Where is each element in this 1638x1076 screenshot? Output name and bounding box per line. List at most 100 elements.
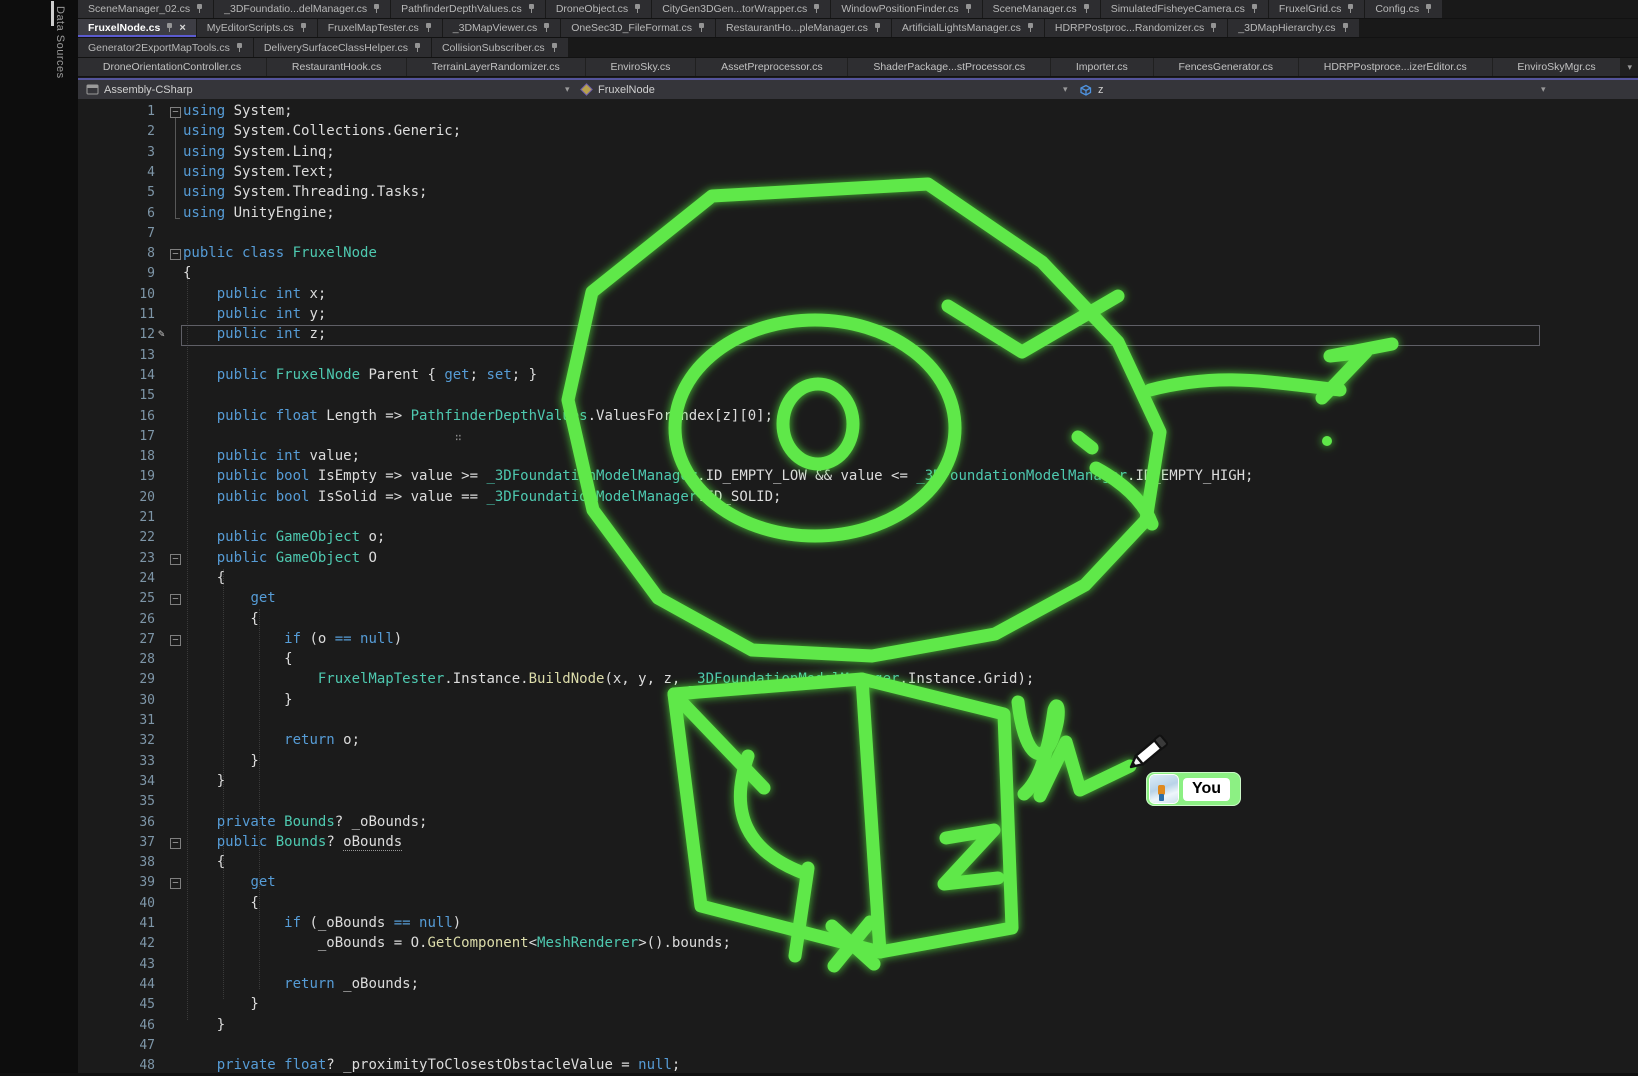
code-line[interactable]: 48 private float? _proximityToClosestObs… — [78, 1056, 1638, 1076]
code-line[interactable]: 27– if (o == null) — [78, 630, 1638, 650]
document-tab[interactable]: AssetPreprocessor.cs — [696, 58, 847, 76]
code-line[interactable]: 25– get — [78, 589, 1638, 609]
code-line[interactable]: 41 if (_oBounds == null) — [78, 914, 1638, 934]
document-tab[interactable]: Generator2ExportMapTools.cs — [78, 38, 253, 57]
document-tab[interactable]: OneSec3D_FileFormat.cs — [561, 19, 715, 37]
code-line[interactable]: 20 public bool IsSolid => value == _3DFo… — [78, 488, 1638, 508]
document-tab[interactable]: _3DFoundatio...delManager.cs — [214, 0, 390, 18]
code-line[interactable]: 38 { — [78, 853, 1638, 873]
fold-collapse-icon[interactable]: – — [170, 594, 181, 605]
pin-icon[interactable] — [528, 4, 535, 14]
code-line[interactable]: 1–using System; — [78, 102, 1638, 122]
code-line[interactable]: 7 — [78, 224, 1638, 244]
document-tab[interactable]: CityGen3DGen...torWrapper.cs — [652, 0, 830, 18]
document-tab[interactable]: MyEditorScripts.cs — [197, 19, 317, 37]
breadcrumb-class[interactable]: FruxelNode — [598, 84, 655, 96]
pin-icon[interactable] — [698, 23, 705, 33]
code-line[interactable]: 19 public bool IsEmpty => value >= _3DFo… — [78, 467, 1638, 487]
pin-icon[interactable] — [373, 4, 380, 14]
code-line[interactable]: 37– public Bounds? oBounds — [78, 833, 1638, 853]
code-line[interactable]: 9{ — [78, 264, 1638, 284]
document-tab[interactable]: PathfinderDepthValues.cs — [391, 0, 545, 18]
code-line[interactable]: 6using UnityEngine; — [78, 204, 1638, 224]
pin-icon[interactable] — [1083, 4, 1090, 14]
code-line[interactable]: 22 public GameObject o; — [78, 528, 1638, 548]
fold-collapse-icon[interactable]: – — [170, 554, 181, 565]
document-tab[interactable]: HDRPPostproce...izerEditor.cs — [1299, 58, 1492, 76]
code-line[interactable]: 24 { — [78, 569, 1638, 589]
code-line[interactable]: 16 public float Length => PathfinderDept… — [78, 407, 1638, 427]
pin-icon[interactable] — [874, 23, 881, 33]
code-line[interactable]: 3using System.Linq; — [78, 143, 1638, 163]
pin-icon[interactable] — [1251, 4, 1258, 14]
document-tab[interactable]: SimulatedFisheyeCamera.cs — [1101, 0, 1268, 18]
chevron-down-icon[interactable]: ▾ — [1541, 80, 1546, 99]
pin-icon[interactable] — [236, 43, 243, 53]
code-line[interactable]: 29 FruxelMapTester.Instance.BuildNode(x,… — [78, 670, 1638, 690]
document-tab[interactable]: Importer.cs — [1051, 58, 1153, 76]
document-tab[interactable]: DroneObject.cs — [546, 0, 651, 18]
document-tab[interactable]: RestaurantHook.cs — [267, 58, 406, 76]
chevron-down-icon[interactable]: ▾ — [1063, 80, 1068, 99]
code-line[interactable]: 35 — [78, 792, 1638, 812]
document-tab[interactable]: SceneManager.cs — [983, 0, 1100, 18]
code-line[interactable]: 2using System.Collections.Generic; — [78, 122, 1638, 142]
pin-icon[interactable] — [965, 4, 972, 14]
code-line[interactable]: 42 _oBounds = O.GetComponent<MeshRendere… — [78, 934, 1638, 954]
fold-collapse-icon[interactable]: – — [170, 838, 181, 849]
breadcrumb-project[interactable]: Assembly-CSharp — [104, 84, 193, 96]
pin-icon[interactable] — [543, 23, 550, 33]
fold-collapse-icon[interactable]: – — [170, 635, 181, 646]
pin-icon[interactable] — [1347, 4, 1354, 14]
document-tab[interactable]: DroneOrientationController.cs — [78, 58, 266, 76]
pin-icon[interactable] — [551, 43, 558, 53]
document-tab[interactable]: _3DMapHierarchy.cs — [1228, 19, 1358, 37]
code-line[interactable]: 36 private Bounds? _oBounds; — [78, 813, 1638, 833]
code-line[interactable]: 28 { — [78, 650, 1638, 670]
document-tab[interactable]: ShaderPackage...stProcessor.cs — [848, 58, 1049, 76]
document-tab[interactable]: RestaurantHo...pleManager.cs — [716, 19, 891, 37]
document-tab[interactable]: WindowPositionFinder.cs — [831, 0, 981, 18]
document-tab[interactable]: EnviroSkyMgr.cs — [1493, 58, 1621, 76]
document-tab[interactable]: FruxelNode.cs× — [78, 19, 196, 37]
code-line[interactable]: 47 — [78, 1036, 1638, 1056]
pin-icon[interactable] — [300, 23, 307, 33]
pin-icon[interactable] — [634, 4, 641, 14]
tab-overflow-icon[interactable]: ▾ — [1621, 58, 1638, 76]
pin-icon[interactable] — [1342, 23, 1349, 33]
code-line[interactable]: 10 public int x; — [78, 285, 1638, 305]
code-line[interactable]: 15 — [78, 386, 1638, 406]
code-line[interactable]: 17∷ — [78, 427, 1638, 447]
pin-icon[interactable] — [1210, 23, 1217, 33]
code-line[interactable]: 32 return o; — [78, 731, 1638, 751]
breadcrumb-member[interactable]: z — [1098, 84, 1104, 96]
fold-collapse-icon[interactable]: – — [170, 878, 181, 889]
document-tab[interactable]: SceneManager_02.cs — [78, 0, 213, 18]
code-line[interactable]: 14 public FruxelNode Parent { get; set; … — [78, 366, 1638, 386]
code-line[interactable]: 46 } — [78, 1016, 1638, 1036]
document-tab[interactable]: ArtificialLightsManager.cs — [892, 19, 1044, 37]
code-line[interactable]: 40 { — [78, 894, 1638, 914]
code-line[interactable]: 18 public int value; — [78, 447, 1638, 467]
document-tab[interactable]: _3DMapViewer.cs — [443, 19, 560, 37]
document-tab[interactable]: FencesGenerator.cs — [1154, 58, 1298, 76]
code-line[interactable]: 43 — [78, 955, 1638, 975]
margin-decoration-icon[interactable]: ∷ — [455, 431, 461, 444]
code-line[interactable]: 45 } — [78, 995, 1638, 1015]
code-line[interactable]: 34 } — [78, 772, 1638, 792]
code-line[interactable]: 21 — [78, 508, 1638, 528]
code-line[interactable]: 4using System.Text; — [78, 163, 1638, 183]
pin-icon[interactable] — [166, 23, 173, 33]
document-tab[interactable]: Config.cs — [1365, 0, 1442, 18]
code-line[interactable]: 44 return _oBounds; — [78, 975, 1638, 995]
code-line[interactable]: 8–public class FruxelNode — [78, 244, 1638, 264]
document-tab[interactable]: CollisionSubscriber.cs — [432, 38, 568, 57]
fold-collapse-icon[interactable]: – — [170, 107, 181, 118]
pin-icon[interactable] — [1027, 23, 1034, 33]
document-tab[interactable]: FruxelMapTester.cs — [318, 19, 442, 37]
code-line[interactable]: 13 — [78, 346, 1638, 366]
document-tab[interactable]: TerrainLayerRandomizer.cs — [407, 58, 585, 76]
code-line[interactable]: 33 } — [78, 752, 1638, 772]
data-sources-panel-tab[interactable]: Data Sources — [54, 6, 66, 79]
pin-icon[interactable] — [1425, 4, 1432, 14]
